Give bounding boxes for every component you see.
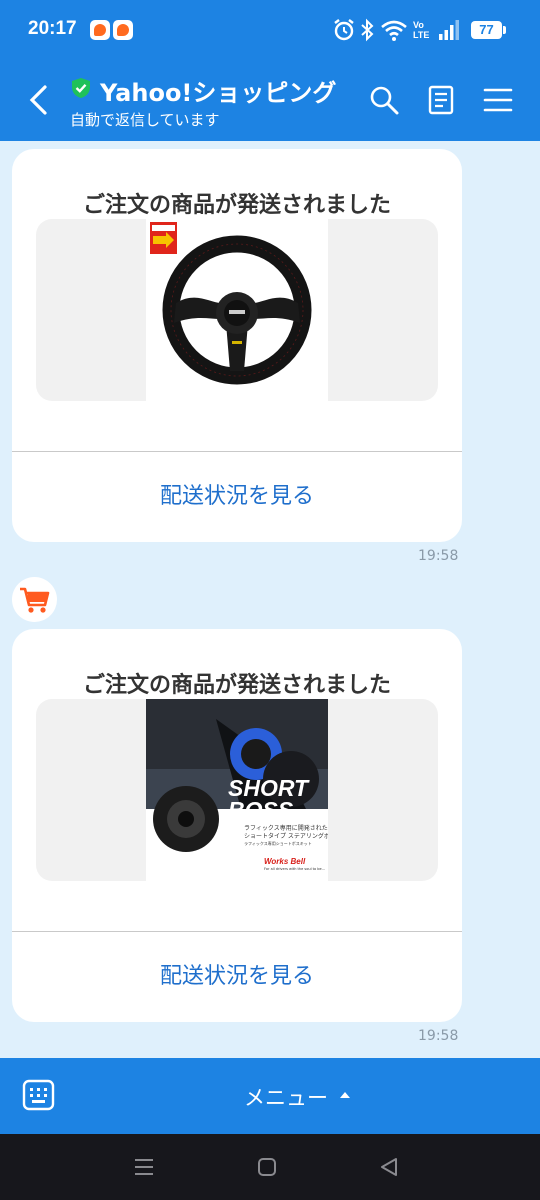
verified-badge-icon xyxy=(72,78,90,98)
card-title: ご注文の商品が発送されました xyxy=(82,193,391,218)
product-image-area: SHORT BOSS ラフィックス専用に開発された ショートタイプ ステアリング… xyxy=(36,699,438,881)
menu-icon[interactable] xyxy=(482,84,514,116)
shopping-cart-icon xyxy=(20,587,50,613)
card-title: ご注文の商品が発送されました xyxy=(82,673,391,698)
brand-logo: Works Bell xyxy=(264,857,306,866)
shipping-notification-card: ご注文の商品が発送されました SHORT BOSS ラフィックス専用に開発された… xyxy=(12,629,462,1022)
shop-avatar xyxy=(12,577,57,622)
status-time: 20:17 xyxy=(28,18,77,39)
battery-icon: 77 xyxy=(471,21,506,39)
wifi-icon xyxy=(381,20,407,41)
auto-reply-status: 自動で返信しています xyxy=(70,111,220,129)
bluetooth-icon xyxy=(361,18,374,42)
steering-wheel-graphic xyxy=(150,222,312,385)
keyboard-toggle-button[interactable] xyxy=(22,1079,55,1111)
bottom-menu-bar: メニュー xyxy=(0,1058,540,1134)
menu-toggle-button[interactable]: メニュー xyxy=(244,1082,328,1112)
system-nav-bar xyxy=(0,1134,540,1200)
status-bar: 20:17 Vo LTE 77 xyxy=(0,0,540,60)
product-caption-line: ショートタイプ ステアリングボス xyxy=(244,833,328,840)
alarm-icon xyxy=(334,19,354,41)
view-shipping-status-button[interactable]: 配送状況を見る xyxy=(12,452,462,542)
message-timestamp: 19:58 xyxy=(418,548,459,564)
product-caption-line: ラフィックス専用ショートボスキット xyxy=(244,841,312,846)
chat-header: Yahoo!ショッピング 自動で返信しています xyxy=(0,60,540,141)
view-shipping-status-button[interactable]: 配送状況を見る xyxy=(12,932,462,1022)
short-boss-kit-image: SHORT BOSS ラフィックス専用に開発された ショートタイプ ステアリング… xyxy=(146,699,328,881)
shipping-notification-card: ご注文の商品が発送されました 配送状況を見る xyxy=(12,149,462,542)
notification-icon xyxy=(90,20,110,40)
steering-wheel-image xyxy=(146,219,328,401)
brand-tagline: For all drivers with the soul to be... xyxy=(264,867,326,871)
network-type-label: Vo LTE xyxy=(413,20,430,40)
product-image-area xyxy=(36,219,438,401)
back-button[interactable] xyxy=(22,82,58,118)
message-timestamp: 19:58 xyxy=(418,1028,459,1044)
notification-icon xyxy=(113,20,133,40)
signal-icon xyxy=(439,20,459,40)
recent-apps-button[interactable] xyxy=(133,1156,155,1178)
page-title: Yahoo!ショッピング xyxy=(100,79,337,107)
search-icon[interactable] xyxy=(368,84,400,116)
back-nav-button[interactable] xyxy=(378,1156,400,1178)
home-button[interactable] xyxy=(256,1156,278,1178)
product-headline: SHORT BOSS xyxy=(228,775,309,823)
caret-up-icon xyxy=(340,1092,350,1098)
notes-icon[interactable] xyxy=(425,84,457,116)
